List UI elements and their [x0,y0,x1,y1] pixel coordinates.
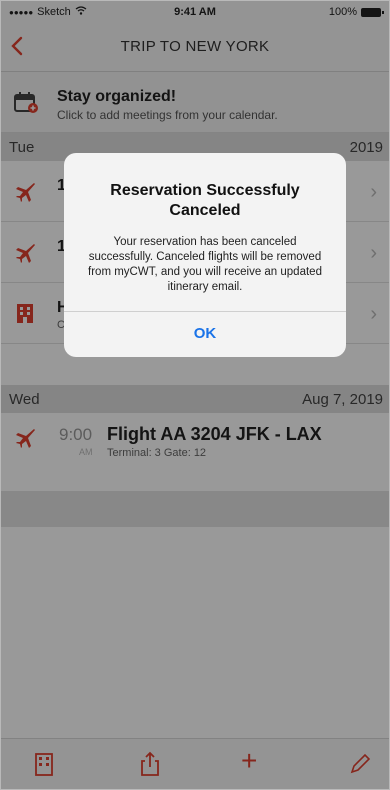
ok-button[interactable]: OK [64,311,346,357]
phone-screen: ●●●●● Sketch 9:41 AM 100% TRIP TO NEW YO… [0,0,390,790]
alert-message: Your reservation has been canceled succe… [88,236,322,293]
alert-title: Reservation Successfuly Canceled [110,182,300,219]
alert-dialog: Reservation Successfuly Canceled Your re… [64,153,346,357]
modal-overlay [1,1,389,789]
